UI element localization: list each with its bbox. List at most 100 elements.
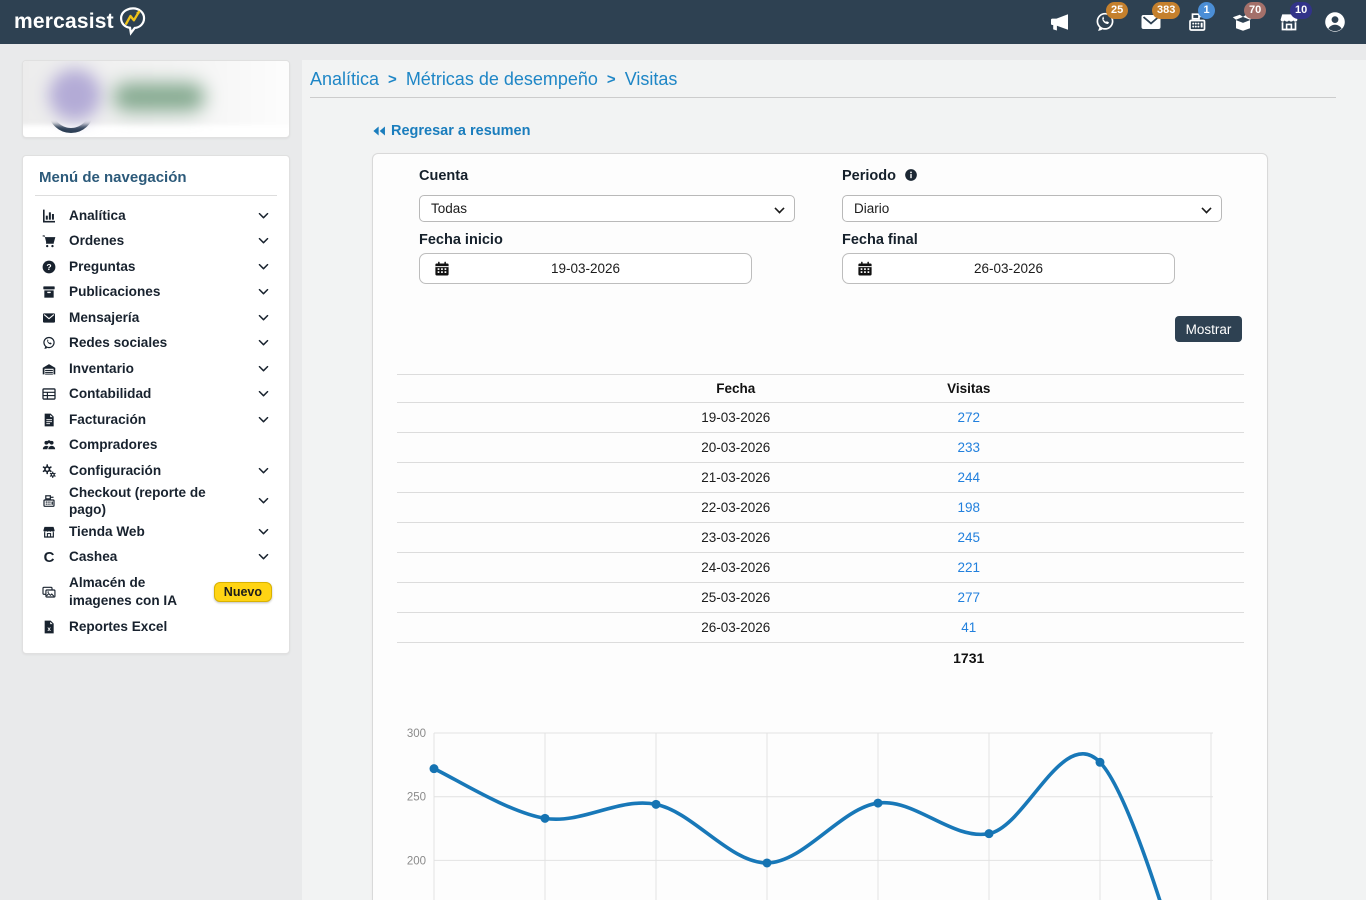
table-row: 23-03-2026 245 bbox=[397, 523, 1244, 553]
breadcrumb-item-metricas-de-desempeno[interactable]: Métricas de desempeño bbox=[406, 69, 598, 90]
info-icon[interactable] bbox=[904, 168, 918, 182]
sidebar-item-ordenes[interactable]: Ordenes bbox=[35, 229, 277, 255]
cuenta-select[interactable]: Todas bbox=[419, 195, 795, 222]
sidebar-menu: Analítica Ordenes Preguntas PublicacionesMe… bbox=[35, 203, 277, 639]
sidebar-item-redes-sociales[interactable]: Redes sociales bbox=[35, 331, 277, 357]
chevron-down-icon bbox=[774, 203, 784, 213]
sidebar-item-reportes-excel[interactable]: Reportes Excel bbox=[35, 614, 277, 640]
sidebar-item-analitica[interactable]: Analítica bbox=[35, 203, 277, 229]
sidebar-item-mensajeria[interactable]: Mensajería bbox=[35, 305, 277, 331]
cell-visitas-link[interactable]: 198 bbox=[957, 500, 980, 515]
table-row: 24-03-2026221 bbox=[397, 553, 1244, 583]
store2-icon bbox=[40, 523, 58, 540]
table-total-row: 1731 bbox=[397, 643, 1244, 673]
periodo-select[interactable]: Diario bbox=[842, 195, 1222, 222]
sidebar-item-label: Reportes Excel bbox=[69, 618, 272, 636]
open-box-button[interactable]: 70 bbox=[1229, 9, 1256, 36]
breadcrumb-item-analitica[interactable]: Analítica bbox=[310, 69, 379, 90]
chevron-down-icon bbox=[256, 412, 272, 428]
sidebar-item-compradores[interactable]: Compradores bbox=[35, 433, 277, 459]
cell-visitas-link[interactable]: 277 bbox=[957, 590, 980, 605]
chevron-down-icon bbox=[256, 310, 272, 326]
store-button[interactable]: 10 bbox=[1275, 9, 1302, 36]
col-header-fecha: Fecha bbox=[566, 375, 905, 403]
table-row: 22-03-2026198 bbox=[397, 493, 1244, 523]
whatsapp-button[interactable]: 25 bbox=[1091, 9, 1118, 36]
fecha-inicio-input[interactable]: 19-03-2026 bbox=[419, 253, 752, 284]
megaphone-button[interactable] bbox=[1045, 9, 1072, 36]
cell-visitas-link[interactable]: 41 bbox=[961, 620, 976, 635]
whatsapp2-icon bbox=[40, 335, 58, 352]
sidebar-item-label: Tienda Web bbox=[69, 523, 245, 541]
sidebar-item-label: Inventario bbox=[69, 360, 245, 378]
register-badge: 1 bbox=[1198, 2, 1215, 19]
svg-text:300: 300 bbox=[407, 728, 426, 740]
sidebar-item-publicaciones[interactable]: Publicaciones bbox=[35, 280, 277, 306]
cell-fecha: 23-03-2026 bbox=[566, 523, 905, 553]
cell-visitas-link[interactable]: 245 bbox=[957, 530, 980, 545]
logo-text: mercasist bbox=[14, 10, 114, 34]
sidebar-item-cashea[interactable]: CCashea bbox=[35, 544, 277, 570]
visits-chart: 300250200 bbox=[397, 703, 1245, 900]
chevron-down-icon bbox=[256, 208, 272, 224]
sidebar-item-label: Ordenes bbox=[69, 232, 245, 250]
chevron-down-icon bbox=[256, 233, 272, 249]
logo-chart-bubble-icon bbox=[116, 5, 150, 39]
report-card: Cuenta Todas Periodo Diario Fecha inicio… bbox=[372, 153, 1268, 900]
cell-visitas-link[interactable]: 272 bbox=[957, 410, 980, 425]
cell-visitas-link[interactable]: 244 bbox=[957, 470, 980, 485]
sidebar-item-label: Preguntas bbox=[69, 258, 245, 276]
cell-visitas-link[interactable]: 233 bbox=[957, 440, 980, 455]
sidebar-item-label: Redes sociales bbox=[69, 334, 245, 352]
box-icon bbox=[40, 284, 58, 301]
sidebar-item-preguntas[interactable]: Preguntas bbox=[35, 254, 277, 280]
sidebar-menu-title: Menú de navegación bbox=[35, 166, 277, 196]
sidebar-item-facturacion[interactable]: Facturación bbox=[35, 407, 277, 433]
fecha-final-input[interactable]: 26-03-2026 bbox=[842, 253, 1175, 284]
chevron-down-icon bbox=[256, 524, 272, 540]
breadcrumb: Analítica>Métricas de desempeño>Visitas bbox=[310, 69, 677, 90]
sidebar-item-configuracion[interactable]: Configuración bbox=[35, 458, 277, 484]
svg-text:200: 200 bbox=[407, 855, 426, 867]
breadcrumb-divider bbox=[310, 97, 1336, 98]
sidebar: Menú de navegación Analítica Ordenes Pregu… bbox=[22, 155, 290, 654]
table-row: 26-03-202641 bbox=[397, 613, 1244, 643]
mostrar-button[interactable]: Mostrar bbox=[1175, 316, 1242, 342]
account-button[interactable] bbox=[1321, 9, 1348, 36]
sidebar-item-checkout-reporte-de-pago[interactable]: Checkout (reporte de pago) bbox=[35, 484, 277, 519]
register-button[interactable]: 1 bbox=[1183, 9, 1210, 36]
envelope-button[interactable]: 383 bbox=[1137, 9, 1164, 36]
fecha-inicio-value: 19-03-2026 bbox=[551, 261, 620, 276]
gears-icon bbox=[40, 462, 58, 479]
store-badge: 10 bbox=[1290, 2, 1312, 19]
calendar-icon bbox=[433, 260, 451, 278]
cell-visitas-link[interactable]: 221 bbox=[957, 560, 980, 575]
chevron-down-icon bbox=[256, 549, 272, 565]
sidebar-item-almacen-de-imagenes-con-ia[interactable]: Almacén de imagenes con IANuevo bbox=[35, 570, 277, 614]
table-header-row: FechaVisitas bbox=[397, 375, 1244, 403]
chevron-down-icon bbox=[256, 463, 272, 479]
fecha-final-label: Fecha final bbox=[842, 232, 918, 248]
sidebar-item-tienda-web[interactable]: Tienda Web bbox=[35, 519, 277, 545]
sidebar-item-inventario[interactable]: Inventario bbox=[35, 356, 277, 382]
cuenta-label: Cuenta bbox=[419, 168, 468, 184]
invoice-icon bbox=[40, 411, 58, 428]
app-logo[interactable]: mercasist bbox=[14, 5, 150, 39]
breadcrumb-item-visitas[interactable]: Visitas bbox=[625, 69, 678, 90]
sidebar-item-label: Contabilidad bbox=[69, 385, 245, 403]
cell-fecha: 25-03-2026 bbox=[566, 583, 905, 613]
account-icon bbox=[1323, 10, 1347, 34]
double-left-arrow-icon bbox=[372, 125, 386, 137]
back-link-label: Regresar a resumen bbox=[391, 123, 530, 139]
visits-table: FechaVisitas 19-03-202627220-03-20262332… bbox=[397, 374, 1244, 673]
grid-icon bbox=[40, 386, 58, 403]
sidebar-item-contabilidad[interactable]: Contabilidad bbox=[35, 382, 277, 408]
back-to-summary-link[interactable]: Regresar a resumen bbox=[372, 123, 530, 139]
breadcrumb-separator: > bbox=[388, 71, 397, 88]
cell-fecha: 21-03-2026 bbox=[566, 463, 905, 493]
chevron-down-icon bbox=[256, 284, 272, 300]
total-visitas: 1731 bbox=[905, 643, 1032, 673]
question-icon bbox=[40, 258, 58, 275]
cart-icon bbox=[40, 233, 58, 250]
images-icon bbox=[40, 583, 58, 600]
